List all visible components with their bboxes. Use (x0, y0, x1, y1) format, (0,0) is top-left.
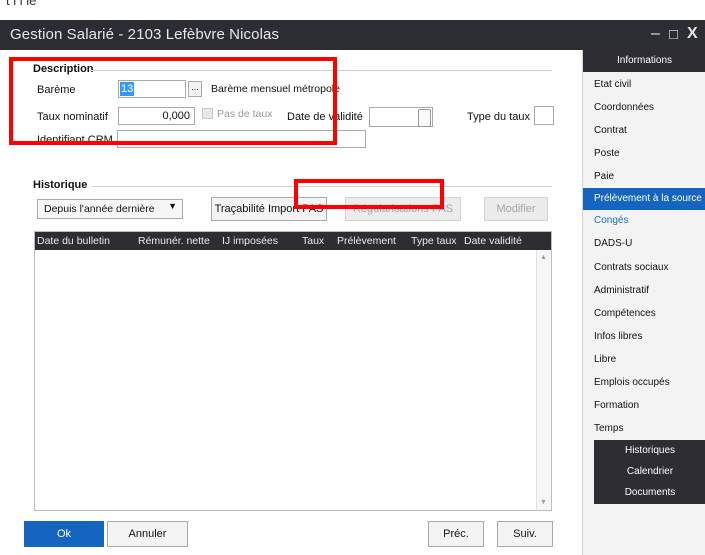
sidebar-subitem-documents[interactable]: Documents (594, 482, 705, 504)
sidebar-item-coordonnees[interactable]: Coordonnées (583, 97, 705, 119)
historique-grid[interactable]: Date du bulletin Rémunér. nette IJ impos… (34, 231, 552, 511)
sidebar-header: Informations (583, 50, 705, 72)
column-header[interactable]: Date du bulletin (37, 235, 110, 247)
type-taux-input[interactable] (534, 106, 554, 125)
sidebar: Informations Etat civil Coordonnées Cont… (582, 50, 705, 555)
sidebar-item-contrat[interactable]: Contrat (583, 120, 705, 142)
column-header[interactable]: Date validité (464, 235, 522, 247)
historique-section-label: Historique (33, 179, 88, 191)
scroll-up-icon[interactable]: ▲ (540, 254, 547, 261)
column-header[interactable]: IJ imposées (222, 235, 278, 247)
chevron-down-icon: ▼ (168, 201, 177, 211)
sidebar-item-dads-u[interactable]: DADS-U (583, 233, 705, 255)
calendar-icon[interactable] (418, 109, 431, 127)
maximize-icon[interactable]: □ (669, 26, 678, 43)
column-header[interactable]: Rémunér. nette (138, 235, 210, 247)
next-button[interactable]: Suiv. (497, 521, 553, 547)
cancel-button[interactable]: Annuler (107, 521, 188, 547)
sidebar-subitem-historiques[interactable]: Historiques (594, 440, 705, 462)
sidebar-item-infos-libres[interactable]: Infos libres (583, 326, 705, 348)
period-select[interactable]: Depuis l'année dernière ▼ (37, 199, 183, 219)
previous-button[interactable]: Préc. (428, 521, 484, 547)
highlight-box-buttons (294, 179, 444, 209)
sidebar-item-poste[interactable]: Poste (583, 143, 705, 165)
column-header[interactable]: Type taux (411, 235, 457, 247)
sidebar-item-temps[interactable]: Temps (583, 418, 705, 440)
sidebar-item-contrats-sociaux[interactable]: Contrats sociaux (583, 257, 705, 279)
sidebar-item-conges[interactable]: Congés (583, 210, 705, 232)
column-header[interactable]: Prélèvement (337, 235, 396, 247)
sidebar-item-etat-civil[interactable]: Etat civil (583, 74, 705, 96)
close-icon[interactable]: X (687, 25, 698, 43)
scroll-down-icon[interactable]: ▼ (540, 499, 547, 506)
top-strip-text: t l l ié (6, 0, 37, 8)
window-title: Gestion Salarié - 2103 Lefèbvre Nicolas (10, 26, 280, 43)
sidebar-item-competences[interactable]: Compétences (583, 303, 705, 325)
sidebar-item-prelevement[interactable]: Prélèvement à la source (583, 188, 705, 210)
modifier-button[interactable]: Modifier (484, 197, 548, 221)
grid-scrollbar[interactable]: ▲ ▼ (536, 250, 551, 510)
sidebar-item-administratif[interactable]: Administratif (583, 280, 705, 302)
date-validite-input[interactable] (369, 107, 433, 127)
sidebar-item-paie[interactable]: Paie (583, 166, 705, 188)
ok-button[interactable]: Ok (24, 521, 104, 547)
sidebar-item-emplois-occupes[interactable]: Emplois occupés (583, 372, 705, 394)
sidebar-item-formation[interactable]: Formation (583, 395, 705, 417)
type-taux-label: Type du taux (467, 111, 530, 123)
highlight-box-description (9, 57, 337, 145)
sidebar-subitem-calendrier[interactable]: Calendrier (594, 461, 705, 483)
grid-header: Date du bulletin Rémunér. nette IJ impos… (35, 232, 551, 250)
minimize-icon[interactable]: – (651, 25, 660, 43)
title-bar: Gestion Salarié - 2103 Lefèbvre Nicolas … (0, 20, 705, 50)
top-strip: t l l ié (0, 0, 705, 20)
period-select-value: Depuis l'année dernière (44, 203, 155, 215)
sidebar-item-libre[interactable]: Libre (583, 349, 705, 371)
column-header[interactable]: Taux (302, 235, 324, 247)
